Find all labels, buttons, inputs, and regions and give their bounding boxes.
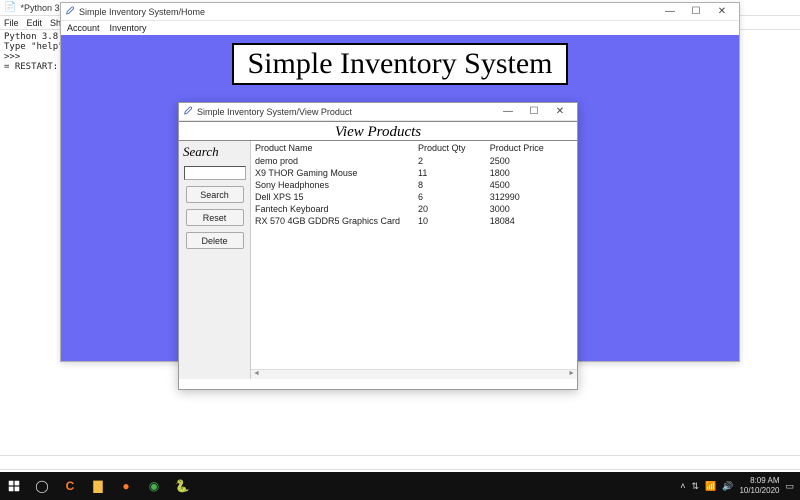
- minimize-button[interactable]: —: [495, 106, 521, 117]
- col-name[interactable]: Product Name: [251, 141, 414, 155]
- start-button[interactable]: [0, 472, 28, 500]
- cell-qty: 2: [414, 155, 486, 167]
- table-row[interactable]: Fantech Keyboard203000: [251, 203, 577, 215]
- maximize-button[interactable]: ☐: [683, 6, 709, 17]
- feather-icon: [65, 6, 75, 18]
- python-taskbar-icon[interactable]: 🐍: [168, 472, 196, 500]
- page-title: Simple Inventory System: [232, 43, 569, 85]
- home-titlebar[interactable]: Simple Inventory System/Home — ☐ ✕: [61, 3, 739, 21]
- view-product-window: Simple Inventory System/View Product — ☐…: [178, 102, 578, 390]
- search-button[interactable]: Search: [186, 186, 244, 203]
- product-table[interactable]: Product Name Product Qty Product Price d…: [251, 141, 577, 379]
- view-header: View Products: [179, 121, 577, 141]
- taskbar[interactable]: ◯ C ▇ ● ◉ 🐍 ˄ ⇅ 📶 🔊 8:09 AM 10/10/2020 ▭: [0, 472, 800, 500]
- home-title: Simple Inventory System/Home: [79, 7, 205, 17]
- menu-inventory[interactable]: Inventory: [110, 23, 147, 33]
- background-window-titlebar[interactable]: [0, 455, 800, 469]
- cell-name: Sony Headphones: [251, 179, 414, 191]
- cell-qty: 10: [414, 215, 486, 227]
- menu-account[interactable]: Account: [67, 23, 100, 33]
- cell-price: 312990: [486, 191, 577, 203]
- cell-name: RX 570 4GB GDDR5 Graphics Card: [251, 215, 414, 227]
- cell-qty: 8: [414, 179, 486, 191]
- notification-icon[interactable]: ▭: [785, 481, 794, 492]
- maximize-button[interactable]: ☐: [521, 106, 547, 117]
- cell-price: 18084: [486, 215, 577, 227]
- delete-button[interactable]: Delete: [186, 232, 244, 249]
- tray-wifi-icon[interactable]: 📶: [705, 481, 716, 492]
- tray-network-icon[interactable]: ⇅: [691, 481, 699, 492]
- taskbar-clock[interactable]: 8:09 AM 10/10/2020: [739, 476, 779, 496]
- tray-volume-icon[interactable]: 🔊: [722, 481, 733, 492]
- table-row[interactable]: RX 570 4GB GDDR5 Graphics Card1018084: [251, 215, 577, 227]
- view-title: Simple Inventory System/View Product: [197, 107, 352, 117]
- chrome-icon[interactable]: ◉: [140, 472, 168, 500]
- feather-icon: [183, 106, 193, 118]
- search-sidebar: Search Search Reset Delete: [179, 141, 251, 379]
- cell-price: 4500: [486, 179, 577, 191]
- cell-name: Dell XPS 15: [251, 191, 414, 203]
- cell-price: 3000: [486, 203, 577, 215]
- view-titlebar[interactable]: Simple Inventory System/View Product — ☐…: [179, 103, 577, 121]
- search-label: Search: [183, 144, 219, 160]
- idle-menu-file[interactable]: File: [4, 18, 19, 28]
- table-row[interactable]: demo prod22500: [251, 155, 577, 167]
- clock-date: 10/10/2020: [739, 486, 779, 496]
- cell-name: demo prod: [251, 155, 414, 167]
- cell-price: 1800: [486, 167, 577, 179]
- home-menubar[interactable]: Account Inventory: [61, 21, 739, 35]
- cell-qty: 6: [414, 191, 486, 203]
- desktop: 📄 *Python 3.8.3 S File Edit Shell Python…: [0, 0, 800, 500]
- horizontal-scrollbar[interactable]: [251, 369, 577, 379]
- python-icon: 📄: [4, 2, 16, 13]
- col-price[interactable]: Product Price: [486, 141, 577, 155]
- table-row[interactable]: Dell XPS 156312990: [251, 191, 577, 203]
- app-icon-c[interactable]: C: [56, 472, 84, 500]
- cell-qty: 20: [414, 203, 486, 215]
- cell-qty: 11: [414, 167, 486, 179]
- close-button[interactable]: ✕: [547, 106, 573, 117]
- search-input[interactable]: [184, 166, 246, 180]
- table-row[interactable]: X9 THOR Gaming Mouse111800: [251, 167, 577, 179]
- close-button[interactable]: ✕: [709, 6, 735, 17]
- col-qty[interactable]: Product Qty: [414, 141, 486, 155]
- cell-price: 2500: [486, 155, 577, 167]
- file-explorer-icon[interactable]: ▇: [84, 472, 112, 500]
- cell-name: Fantech Keyboard: [251, 203, 414, 215]
- minimize-button[interactable]: —: [657, 6, 683, 17]
- table-row[interactable]: Sony Headphones84500: [251, 179, 577, 191]
- cortana-icon[interactable]: ◯: [28, 472, 56, 500]
- tray-chevron-icon[interactable]: ˄: [680, 481, 685, 491]
- idle-menu-edit[interactable]: Edit: [27, 18, 43, 28]
- cell-name: X9 THOR Gaming Mouse: [251, 167, 414, 179]
- firefox-icon[interactable]: ●: [112, 472, 140, 500]
- clock-time: 8:09 AM: [739, 476, 779, 486]
- reset-button[interactable]: Reset: [186, 209, 244, 226]
